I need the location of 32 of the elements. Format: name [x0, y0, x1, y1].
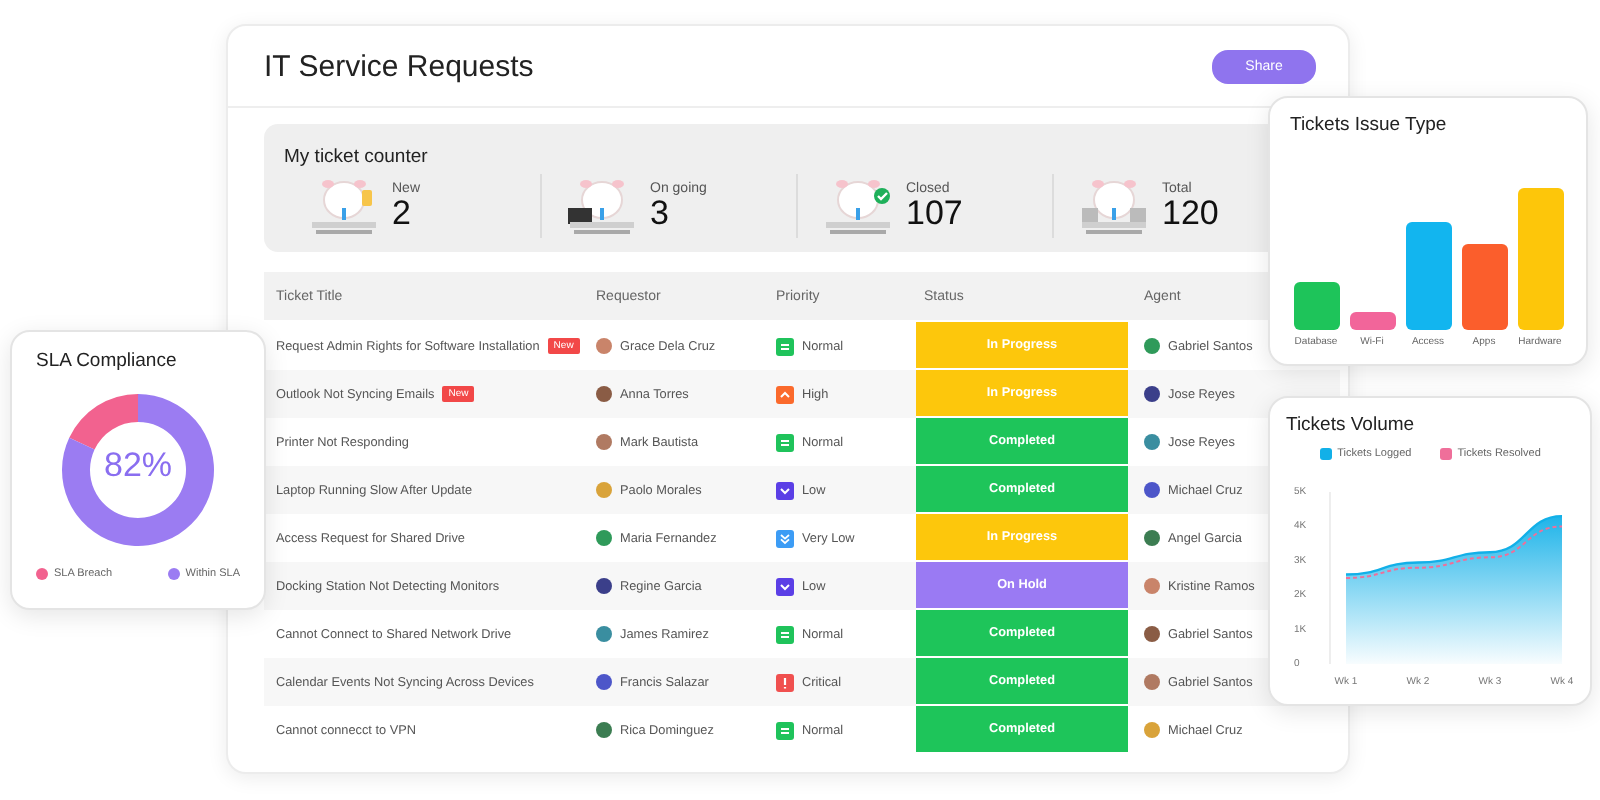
avatar-icon [1144, 578, 1160, 594]
card-title: Tickets Volume [1286, 414, 1417, 436]
legend-dot [167, 568, 180, 580]
avatar-icon [596, 434, 612, 450]
counter-value: 2 [392, 195, 413, 231]
counter-title: My ticket counter [284, 146, 428, 168]
avatar-icon [1144, 482, 1160, 498]
window-title: IT Service Requests [264, 49, 534, 83]
avatar-icon [1144, 386, 1160, 402]
legend-swatch [1439, 448, 1452, 460]
avatar-icon [596, 578, 612, 594]
avatar-icon [1144, 338, 1160, 354]
card-title: Tickets Issue Type [1290, 114, 1449, 136]
avatar-icon [1144, 626, 1160, 642]
avatar-icon [1144, 674, 1160, 690]
legend-swatch [1319, 448, 1332, 460]
avatar-icon [596, 530, 612, 546]
counter-value: 120 [1162, 195, 1219, 231]
avatar-icon [1144, 434, 1160, 450]
avatar-icon [596, 674, 612, 690]
avatar-icon [596, 338, 612, 354]
counter-value: 107 [906, 195, 963, 231]
avatar-icon [596, 626, 612, 642]
avatar-icon [596, 482, 612, 498]
avatar-icon [596, 722, 612, 738]
counter-value: 3 [650, 195, 671, 231]
avatar-icon [1144, 722, 1160, 738]
card-title: SLA Compliance [36, 350, 179, 372]
donut-center-value: 82% [101, 446, 175, 486]
avatar-icon [1144, 530, 1160, 546]
legend-dot [36, 568, 48, 580]
avatar-icon [596, 386, 612, 402]
